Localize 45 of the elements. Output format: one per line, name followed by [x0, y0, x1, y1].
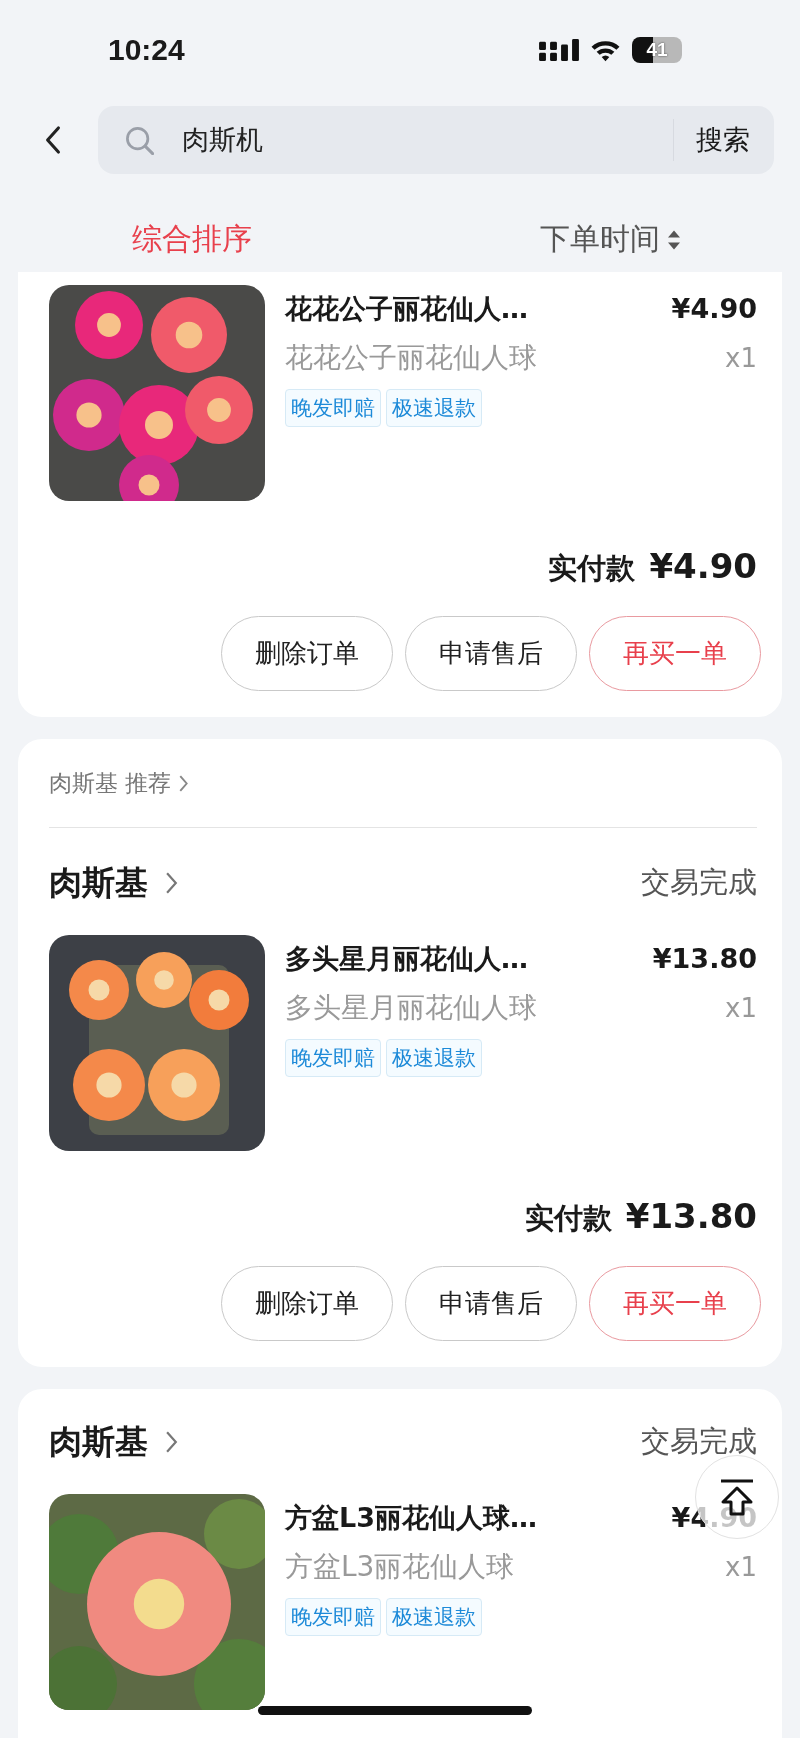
- product-title[interactable]: 方盆L3丽花仙人球…: [285, 1500, 537, 1536]
- service-tag: 晚发即赔: [285, 389, 381, 427]
- quantity: x1: [725, 343, 757, 373]
- chevron-right-icon: [179, 774, 190, 792]
- service-tag: 极速退款: [386, 389, 482, 427]
- shop-link[interactable]: 肉斯基: [49, 1419, 178, 1465]
- total-amount: ¥13.80: [625, 1196, 757, 1236]
- action-button[interactable]: 申请售后: [405, 616, 577, 691]
- recommend-link[interactable]: 肉斯基 推荐: [49, 767, 190, 799]
- product-title[interactable]: 多头星月丽花仙人…: [285, 941, 528, 977]
- service-tag: 极速退款: [386, 1039, 482, 1077]
- buy-again-button[interactable]: 再买一单: [589, 616, 761, 691]
- sort-tab[interactable]: 综合排序: [132, 219, 252, 260]
- total-amount: ¥4.90: [649, 546, 757, 586]
- service-tag: 晚发即赔: [285, 1039, 381, 1077]
- product-spec: 方盆L3丽花仙人球: [285, 1549, 515, 1585]
- product-price: ¥4.90: [671, 1502, 757, 1533]
- action-button[interactable]: 删除订单: [221, 616, 393, 691]
- product-spec: 多头星月丽花仙人球: [285, 990, 537, 1026]
- search-field[interactable]: 肉斯机 搜索: [98, 106, 774, 174]
- clock-time: 10:24: [108, 33, 185, 67]
- total-label: 实付款: [524, 1200, 612, 1237]
- chevron-right-icon: [166, 1431, 178, 1453]
- shop-link[interactable]: 肉斯基: [49, 860, 178, 906]
- signal-icon: [539, 39, 579, 61]
- service-tag: 极速退款: [386, 1598, 482, 1636]
- service-tag: 晚发即赔: [285, 1598, 381, 1636]
- action-button[interactable]: 申请售后: [405, 1266, 577, 1341]
- back-icon: [44, 125, 62, 155]
- product-title[interactable]: 花花公子丽花仙人…: [285, 291, 528, 327]
- product-price: ¥4.90: [671, 293, 757, 324]
- order-status: 交易完成: [641, 1423, 757, 1460]
- sort-tab[interactable]: 下单时间: [540, 219, 680, 260]
- total-label: 实付款: [548, 550, 636, 587]
- quantity: x1: [725, 1552, 757, 1582]
- product-spec: 花花公子丽花仙人球: [285, 340, 537, 376]
- product-price: ¥13.80: [652, 943, 757, 974]
- wifi-icon: [589, 38, 622, 62]
- quantity: x1: [725, 993, 757, 1023]
- chevron-right-icon: [166, 872, 178, 894]
- search-button[interactable]: 搜索: [673, 119, 750, 161]
- search-icon: [124, 125, 154, 155]
- buy-again-button[interactable]: 再买一单: [589, 1266, 761, 1341]
- action-button[interactable]: 删除订单: [221, 1266, 393, 1341]
- order-status: 交易完成: [641, 864, 757, 901]
